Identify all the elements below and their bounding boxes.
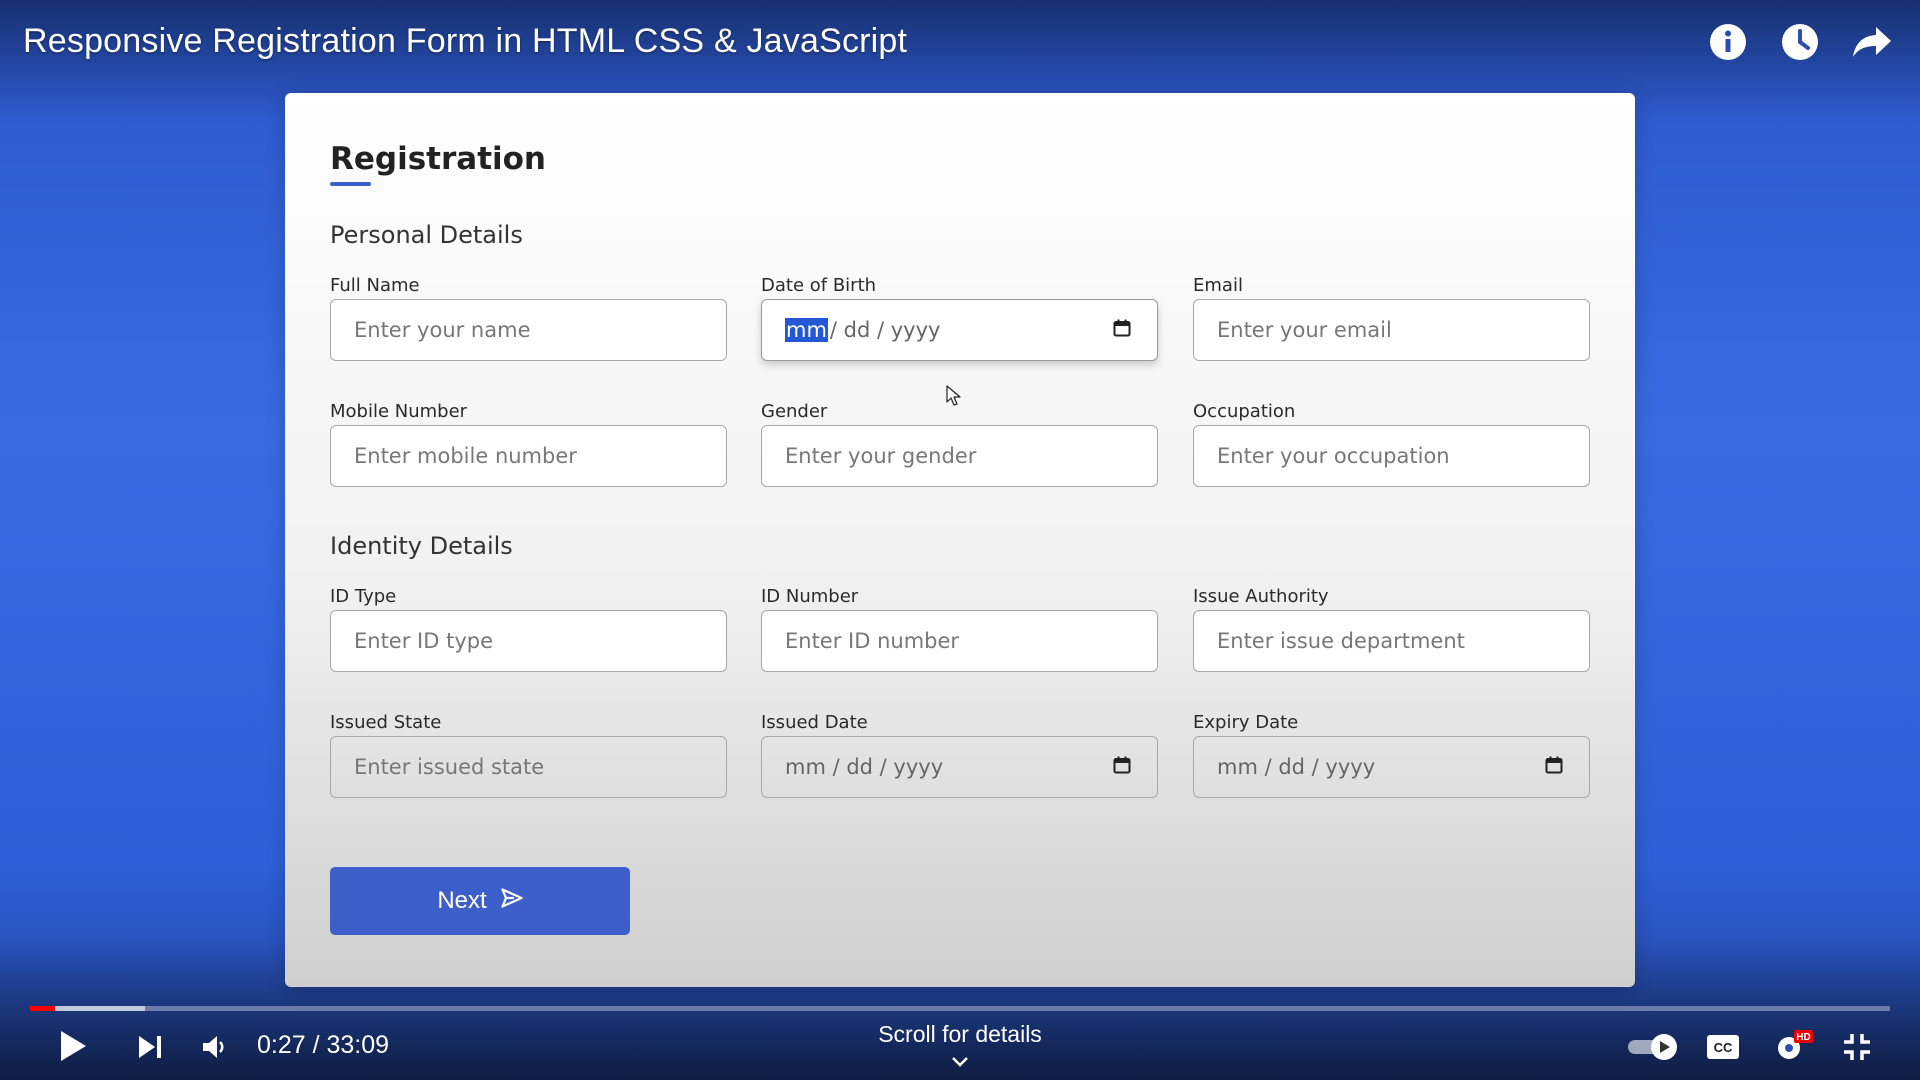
expiry-date-label: Expiry Date — [1193, 712, 1299, 733]
dob-rest: / dd / yyyy — [829, 318, 941, 342]
dob-label: Date of Birth — [761, 275, 877, 296]
email-field: Email Enter your email — [1193, 273, 1590, 361]
id-type-field: ID Type Enter ID type — [330, 584, 727, 672]
share-icon[interactable] — [1852, 22, 1892, 62]
occupation-placeholder: Enter your occupation — [1217, 444, 1450, 468]
issued-state-input[interactable]: Enter issued state — [330, 736, 727, 798]
cc-label: CC — [1714, 1040, 1733, 1055]
mobile-placeholder: Enter mobile number — [354, 444, 577, 468]
gender-placeholder: Enter your gender — [785, 444, 977, 468]
scroll-for-details[interactable]: Scroll for details — [860, 1021, 1060, 1048]
send-icon — [501, 887, 523, 915]
email-input[interactable]: Enter your email — [1193, 299, 1590, 361]
settings-icon[interactable]: HD — [1774, 1028, 1814, 1064]
issued-state-placeholder: Enter issued state — [354, 755, 545, 779]
mobile-label: Mobile Number — [330, 401, 468, 422]
identity-details-heading: Identity Details — [330, 532, 513, 560]
next-button[interactable]: Next — [330, 867, 630, 935]
video-title[interactable]: Responsive Registration Form in HTML CSS… — [23, 22, 907, 61]
autoplay-toggle[interactable] — [1625, 1032, 1681, 1062]
expiry-date-input[interactable]: mm / dd / yyyy — [1193, 736, 1590, 798]
id-type-label: ID Type — [330, 586, 397, 607]
issued-state-label: Issued State — [330, 712, 442, 733]
dob-field: Date of Birth mm / dd / yyyy — [761, 273, 1158, 361]
clock-icon[interactable] — [1780, 22, 1820, 62]
calendar-icon[interactable] — [1113, 318, 1131, 342]
top-icons — [1708, 22, 1892, 62]
id-number-field: ID Number Enter ID number — [761, 584, 1158, 672]
expiry-date-value: mm / dd / yyyy — [1217, 755, 1376, 779]
issued-date-field: Issued Date mm / dd / yyyy — [761, 710, 1158, 798]
progress-played — [30, 1006, 56, 1011]
full-name-label: Full Name — [330, 275, 420, 296]
info-icon[interactable] — [1708, 22, 1748, 62]
issue-authority-input[interactable]: Enter issue department — [1193, 610, 1590, 672]
issue-authority-field: Issue Authority Enter issue department — [1193, 584, 1590, 672]
time-display: 0:27 / 33:09 — [257, 1031, 390, 1059]
mouse-cursor-icon — [946, 385, 962, 411]
id-type-input[interactable]: Enter ID type — [330, 610, 727, 672]
play-icon[interactable] — [55, 1028, 91, 1064]
id-number-label: ID Number — [761, 586, 859, 607]
form-title: Registration — [330, 141, 547, 177]
hd-badge: HD — [1796, 1032, 1810, 1043]
issued-date-label: Issued Date — [761, 712, 868, 733]
issued-state-field: Issued State Enter issued state — [330, 710, 727, 798]
email-label: Email — [1193, 275, 1243, 296]
issue-authority-placeholder: Enter issue department — [1217, 629, 1465, 653]
chevron-down-icon[interactable] — [950, 1053, 970, 1072]
next-button-label: Next — [437, 887, 487, 914]
id-type-placeholder: Enter ID type — [354, 629, 493, 653]
id-number-placeholder: Enter ID number — [785, 629, 960, 653]
full-name-input[interactable]: Enter your name — [330, 299, 727, 361]
issued-date-value: mm / dd / yyyy — [785, 755, 944, 779]
dob-input[interactable]: mm / dd / yyyy — [761, 299, 1158, 361]
mobile-field: Mobile Number Enter mobile number — [330, 399, 727, 487]
mobile-input[interactable]: Enter mobile number — [330, 425, 727, 487]
id-number-input[interactable]: Enter ID number — [761, 610, 1158, 672]
full-name-placeholder: Enter your name — [354, 318, 531, 342]
cc-icon[interactable]: CC — [1704, 1031, 1742, 1063]
email-placeholder: Enter your email — [1217, 318, 1392, 342]
calendar-icon[interactable] — [1113, 755, 1131, 779]
progress-bar[interactable] — [30, 1006, 1890, 1011]
calendar-icon[interactable] — [1545, 755, 1563, 779]
gender-field: Gender Enter your gender — [761, 399, 1158, 487]
dob-month-segment[interactable]: mm — [785, 318, 828, 342]
exit-fullscreen-icon[interactable] — [1840, 1030, 1874, 1064]
gender-input[interactable]: Enter your gender — [761, 425, 1158, 487]
occupation-label: Occupation — [1193, 401, 1296, 422]
registration-card: Registration Personal Details Full Name … — [285, 93, 1635, 987]
next-video-icon[interactable] — [133, 1030, 167, 1064]
issued-date-input[interactable]: mm / dd / yyyy — [761, 736, 1158, 798]
personal-details-heading: Personal Details — [330, 221, 523, 249]
expiry-date-field: Expiry Date mm / dd / yyyy — [1193, 710, 1590, 798]
full-name-field: Full Name Enter your name — [330, 273, 727, 361]
volume-icon[interactable] — [197, 1030, 231, 1064]
occupation-input[interactable]: Enter your occupation — [1193, 425, 1590, 487]
issue-authority-label: Issue Authority — [1193, 586, 1329, 607]
title-underline — [330, 182, 371, 186]
occupation-field: Occupation Enter your occupation — [1193, 399, 1590, 487]
